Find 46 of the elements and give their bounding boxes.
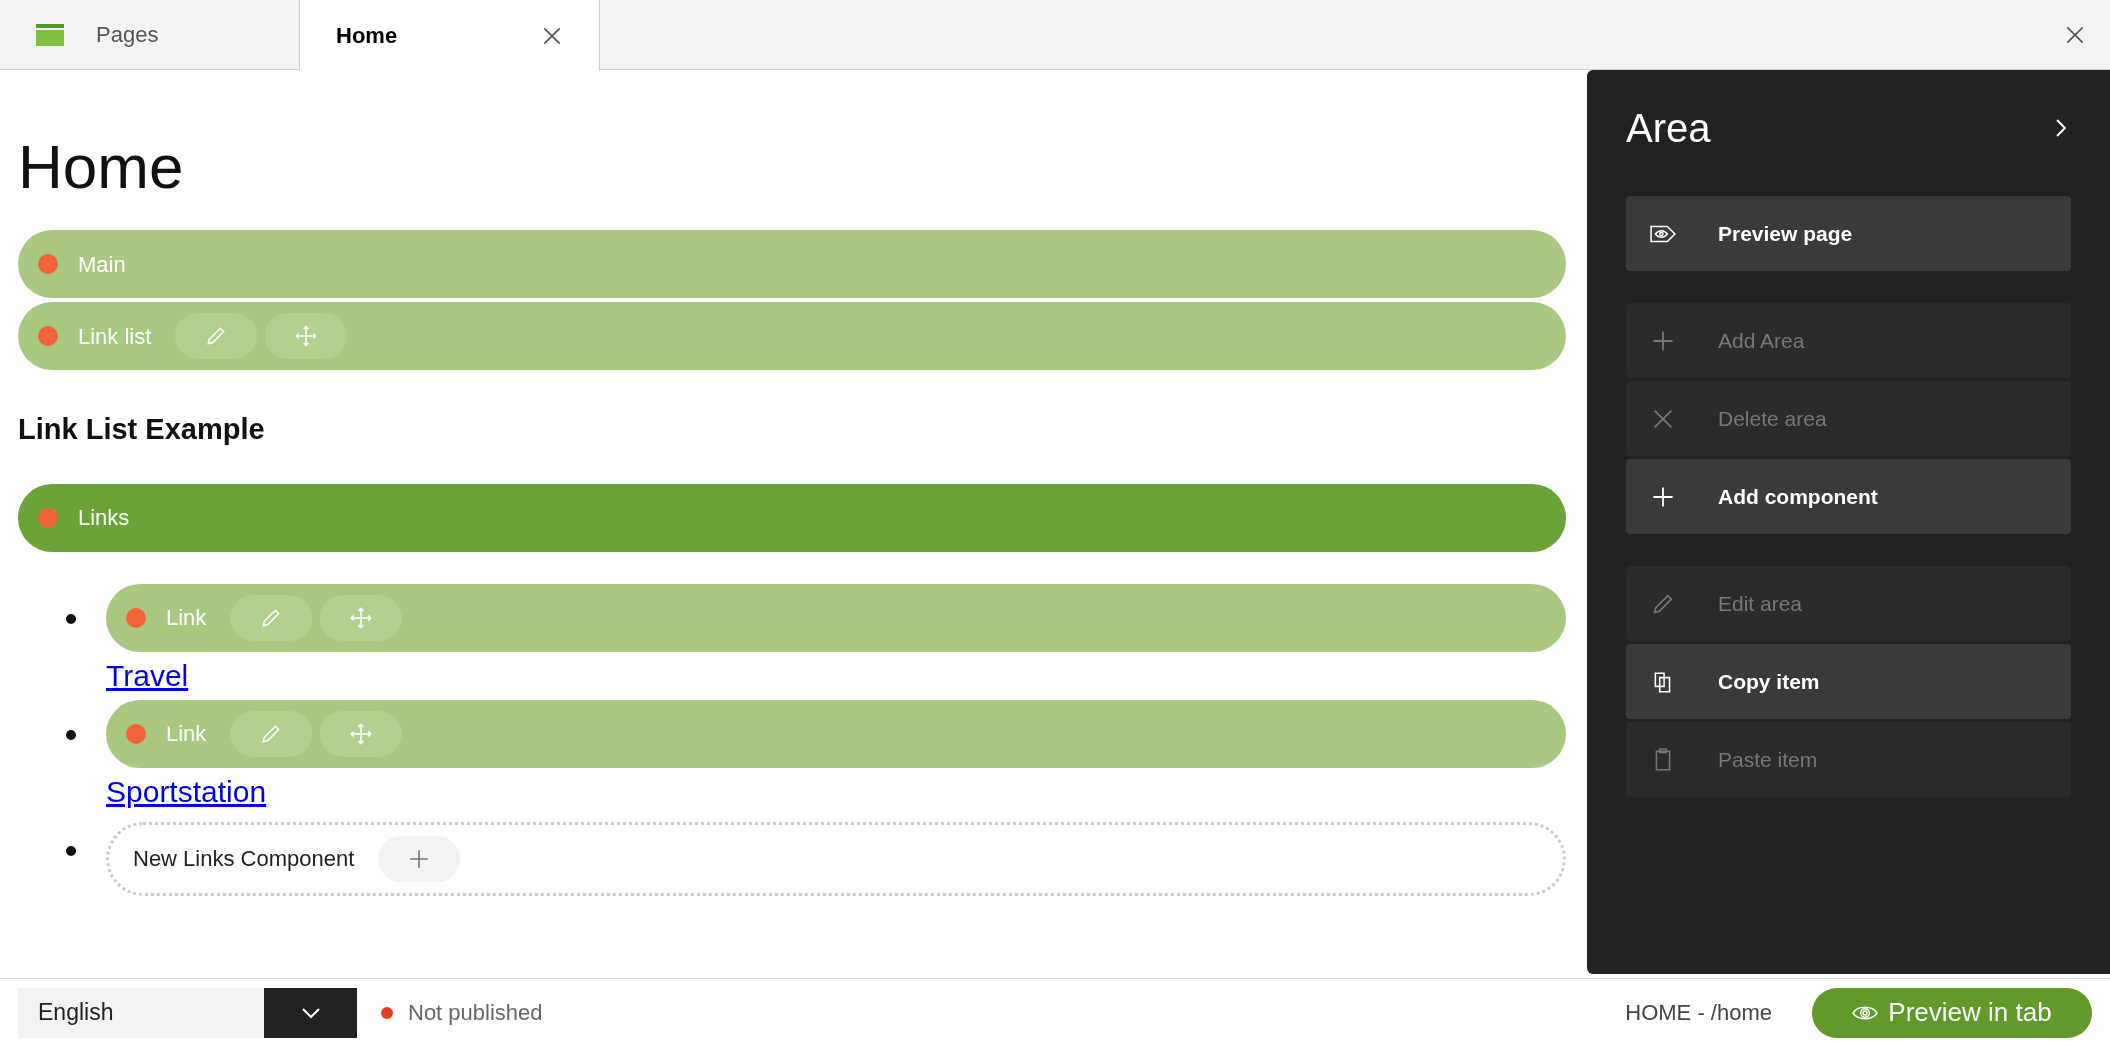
move-icon: [294, 324, 319, 348]
page-path: HOME - /home: [1625, 999, 1772, 1027]
pencil-icon: [205, 325, 228, 347]
publish-status: Not published: [408, 999, 543, 1027]
pencil-icon: [260, 606, 283, 629]
bullet: [66, 729, 76, 740]
add-button[interactable]: [378, 835, 461, 882]
plus-icon: [1650, 484, 1676, 509]
tab[interactable]: Pages: [0, 0, 300, 69]
component-label: Link: [166, 604, 207, 632]
link[interactable]: Travel: [106, 658, 189, 692]
move-button[interactable]: [265, 313, 348, 359]
move-button[interactable]: [320, 594, 403, 641]
component-bar[interactable]: Main: [18, 230, 1566, 298]
pages-icon: [36, 23, 64, 46]
component-label: Link list: [78, 322, 152, 351]
edit-button[interactable]: [175, 313, 258, 359]
edit-button[interactable]: [230, 594, 313, 641]
component-label: Main: [78, 250, 126, 279]
link[interactable]: Sportstation: [106, 774, 267, 808]
preview-in-tab-button[interactable]: Preview in tab: [1812, 987, 2092, 1038]
component-bar[interactable]: Link list: [18, 302, 1566, 370]
move-button[interactable]: [320, 710, 403, 757]
plus-icon: [408, 847, 431, 870]
panel-title: Area: [1626, 105, 1711, 152]
menu-item[interactable]: Add component: [1626, 459, 2071, 534]
pencil-icon: [260, 722, 283, 745]
component-bar[interactable]: Link: [106, 583, 1566, 652]
move-icon: [349, 605, 374, 630]
component-bar[interactable]: Link: [106, 699, 1566, 768]
menu-item[interactable]: Copy item: [1626, 644, 2071, 719]
component-bar[interactable]: Links: [18, 483, 1566, 552]
bullet: [66, 613, 76, 624]
bullet: [66, 845, 76, 856]
move-icon: [349, 721, 374, 746]
chevron-right-icon: [2055, 118, 2067, 138]
tab[interactable]: Home: [300, 0, 600, 71]
edit-button[interactable]: [230, 710, 313, 757]
component-label: Links: [78, 504, 130, 532]
menu-item[interactable]: Preview page: [1626, 196, 2071, 271]
placeholder-label: New Links Component: [133, 845, 355, 873]
plus-icon: [1650, 328, 1676, 353]
component-label: Link: [166, 720, 207, 748]
page-title: Home: [18, 136, 185, 198]
section-heading: Link List Example: [18, 412, 266, 447]
chevron-down-icon: [300, 1006, 321, 1019]
